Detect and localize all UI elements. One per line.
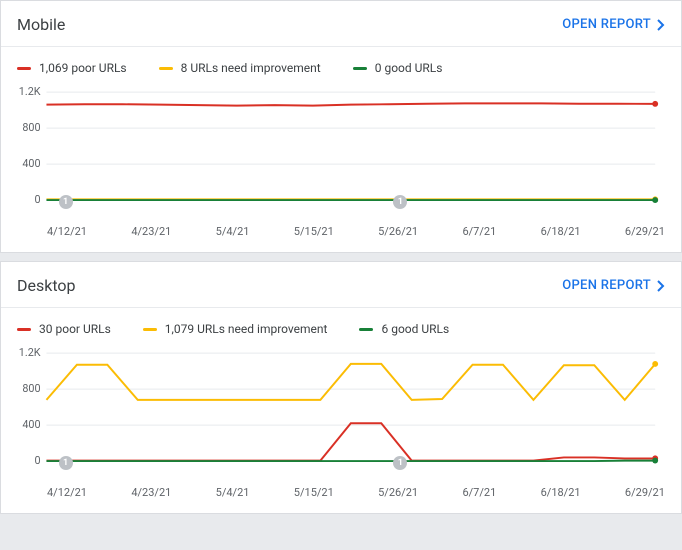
y-tick-label: 1.2K [19,85,41,98]
legend-label: good URLs [391,322,449,336]
mobile-chart: 0 400 800 1.2K [17,85,665,215]
legend: 30 poor URLs 1,079 URLs need improvement 6… [1,308,681,346]
legend-item-good: 6 good URLs [359,322,449,336]
legend-count: 1,069 [39,61,68,75]
legend-label: URLs need improvement [190,61,320,75]
card-header: Desktop OPEN REPORT [1,262,681,308]
legend-count: 0 [375,61,382,75]
legend-swatch-poor [17,67,31,70]
legend-label: good URLs [384,61,442,75]
legend-item-good: 0 good URLs [353,61,443,75]
legend-swatch-needs [159,67,173,70]
x-tick-label: 4/23/21 [131,486,171,499]
card-header: Mobile OPEN REPORT [1,1,681,47]
y-tick-label: 0 [34,193,40,206]
series-endpoint [652,101,658,107]
event-badge-label: 1 [398,458,403,468]
open-report-label: OPEN REPORT [562,278,651,293]
y-tick-label: 1.2K [19,346,41,359]
x-axis: 4/12/21 4/23/21 5/4/21 5/15/21 5/26/21 6/7/21… [1,221,681,252]
series-endpoint [652,458,658,464]
legend-item-poor: 1,069 poor URLs [17,61,127,75]
legend-text: 6 good URLs [381,322,449,336]
y-tick-label: 800 [22,382,40,395]
event-badge-label: 1 [398,197,403,207]
legend: 1,069 poor URLs 8 URLs need improvement 0 … [1,47,681,85]
legend-count: 30 [39,322,53,336]
legend-item-needs: 1,079 URLs need improvement [143,322,328,336]
x-tick-label: 6/7/21 [462,486,496,499]
legend-count: 1,079 [165,322,194,336]
legend-text: 0 good URLs [375,61,443,75]
x-tick-label: 6/29/21 [625,225,665,238]
event-badge[interactable]: 1 [59,456,73,470]
event-badge[interactable]: 1 [59,195,73,209]
legend-swatch-poor [17,328,31,331]
legend-swatch-good [353,67,367,70]
legend-swatch-good [359,328,373,331]
legend-count: 6 [381,322,388,336]
legend-label: poor URLs [71,61,126,75]
y-tick-label: 800 [22,121,40,134]
legend-text: 30 poor URLs [39,322,111,336]
chart-area: 0 400 800 1.2K 1 1 [1,85,681,221]
x-tick-label: 5/15/21 [294,486,334,499]
x-tick-label: 5/15/21 [294,225,334,238]
card-title: Mobile [17,15,65,34]
desktop-chart: 0 400 800 1.2K [17,346,665,476]
x-tick-label: 5/26/21 [378,225,418,238]
series-poor-URLs [46,103,655,105]
y-tick-label: 0 [34,454,40,467]
legend-label: poor URLs [55,322,110,336]
legend-count: 8 [181,61,188,75]
event-badge-label: 1 [63,197,68,207]
x-tick-label: 6/7/21 [462,225,496,238]
chevron-right-icon [657,280,665,292]
open-report-link[interactable]: OPEN REPORT [562,278,665,293]
x-tick-label: 4/12/21 [47,225,87,238]
x-tick-label: 5/4/21 [216,225,250,238]
x-tick-label: 6/18/21 [541,486,581,499]
desktop-card: Desktop OPEN REPORT 30 poor URLs 1,079 URLs… [0,261,682,514]
x-tick-label: 5/4/21 [216,486,250,499]
x-tick-label: 6/29/21 [625,486,665,499]
legend-label: URLs need improvement [197,322,327,336]
open-report-label: OPEN REPORT [562,17,651,32]
chevron-right-icon [657,19,665,31]
open-report-link[interactable]: OPEN REPORT [562,17,665,32]
mobile-card: Mobile OPEN REPORT 1,069 poor URLs 8 URLs n… [0,0,682,253]
series-URLs-need-improvement [46,364,655,400]
legend-swatch-needs [143,328,157,331]
x-tick-label: 5/26/21 [378,486,418,499]
card-title: Desktop [17,276,76,295]
x-tick-label: 4/23/21 [131,225,171,238]
y-tick-label: 400 [22,157,40,170]
legend-item-needs: 8 URLs need improvement [159,61,321,75]
series-endpoint [652,197,658,203]
x-tick-label: 6/18/21 [541,225,581,238]
event-badge-label: 1 [63,458,68,468]
series-poor-URLs [46,423,655,460]
x-tick-label: 4/12/21 [47,486,87,499]
legend-text: 1,079 URLs need improvement [165,322,328,336]
legend-text: 1,069 poor URLs [39,61,127,75]
chart-area: 0 400 800 1.2K 1 1 [1,346,681,482]
x-axis: 4/12/21 4/23/21 5/4/21 5/15/21 5/26/21 6/7/21… [1,482,681,513]
legend-item-poor: 30 poor URLs [17,322,111,336]
legend-text: 8 URLs need improvement [181,61,321,75]
y-tick-label: 400 [22,418,40,431]
series-endpoint [652,361,658,367]
